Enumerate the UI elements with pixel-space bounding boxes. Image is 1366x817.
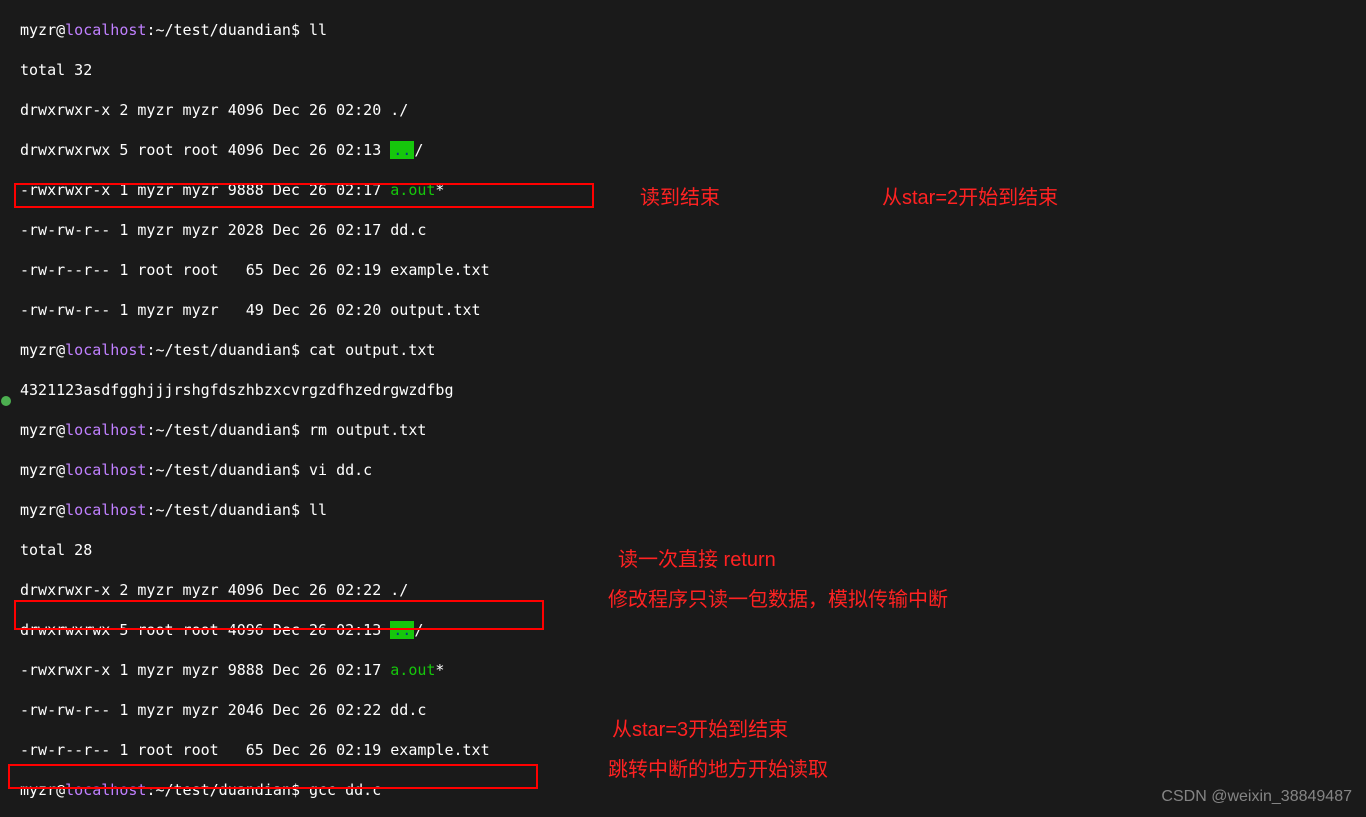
ls-total-1: total 32 [20, 60, 1346, 80]
command-ll-2: ll [309, 501, 327, 519]
terminal-output[interactable]: myzr@localhost:~/test/duandian$ ll total… [20, 0, 1346, 817]
command-rm-output: rm output.txt [309, 421, 426, 439]
parent-dir-icon: .. [390, 621, 414, 639]
ls-row: drwxrwxr-x 2 myzr myzr 4096 Dec 26 02:20… [20, 100, 1346, 120]
annotation-6: 跳转中断的地方开始读取 [608, 760, 828, 780]
annotation-5: 从star=3开始到结束 [612, 720, 788, 740]
ls-row: -rw-r--r-- 1 root root 65 Dec 26 02:19 e… [20, 740, 1346, 760]
prompt-user: myzr [20, 21, 56, 39]
watermark: CSDN @weixin_38849487 [1161, 787, 1352, 807]
ls-row: -rw-rw-r-- 1 myzr myzr 2046 Dec 26 02:22… [20, 700, 1346, 720]
ls-row: -rw-rw-r-- 1 myzr myzr 49 Dec 26 02:20 o… [20, 300, 1346, 320]
command-ll-1: ll [309, 21, 327, 39]
annotation-1: 读到结束 [640, 188, 720, 208]
annotation-4: 修改程序只读一包数据，模拟传输中断 [608, 590, 948, 610]
command-vi-ddc-1: vi dd.c [309, 461, 372, 479]
output-content-1: 4321123asdfgghjjjrshgfdszhbzxcvrgzdfhzed… [20, 380, 1346, 400]
command-gcc-1: gcc dd.c [309, 781, 381, 799]
aout-file: a.out [390, 181, 435, 199]
annotation-2: 从star=2开始到结束 [882, 188, 1058, 208]
ls-row: -rw-rw-r-- 1 myzr myzr 2028 Dec 26 02:17… [20, 220, 1346, 240]
command-cat-output-1: cat output.txt [309, 341, 435, 359]
parent-dir-icon: .. [390, 141, 414, 159]
prompt-host: localhost [65, 21, 146, 39]
prompt-path: ~/test/duandian [155, 21, 290, 39]
ls-row: -rw-r--r-- 1 root root 65 Dec 26 02:19 e… [20, 260, 1346, 280]
aout-file: a.out [390, 661, 435, 679]
active-indicator-icon [1, 396, 11, 406]
annotation-3: 读一次直接 return [618, 550, 776, 570]
